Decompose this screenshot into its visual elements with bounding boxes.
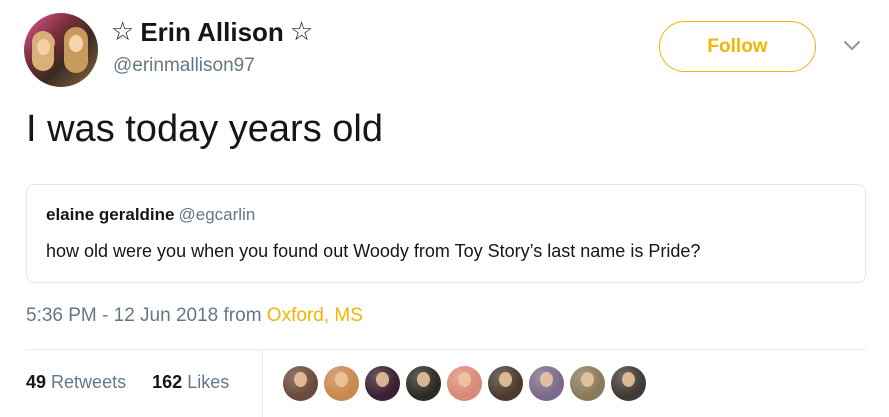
liker-avatar[interactable] [283,366,318,401]
quoted-user-name: elaine geraldine [46,205,175,224]
avatar-photo-detail [37,39,50,55]
display-name-row[interactable]: ☆ Erin Allison ☆ [111,15,313,49]
tweet-text: I was today years old [26,108,383,150]
chevron-down-icon[interactable] [843,38,861,52]
profile-avatar[interactable] [24,13,98,87]
divider [26,349,866,350]
avatar-photo-detail [69,35,83,52]
quoted-tweet-text: how old were you when you found out Wood… [46,241,701,261]
star-icon: ☆ [111,17,135,47]
liker-avatars [283,366,652,401]
liker-avatar[interactable] [406,366,441,401]
liker-avatar[interactable] [324,366,359,401]
star-icon: ☆ [289,17,314,47]
quoted-tweet[interactable]: elaine geraldine @egcarlin how old were y… [26,184,866,283]
quoted-user-handle: @egcarlin [178,205,256,224]
liker-avatar[interactable] [611,366,646,401]
stats-divider [262,350,263,417]
tweet-location-link[interactable]: Oxford, MS [267,305,363,326]
follow-button[interactable]: Follow [659,21,816,72]
tweet-stats: 49 Retweets 162 Likes [26,372,229,393]
retweets-count: 49 [26,372,47,392]
liker-avatar[interactable] [447,366,482,401]
retweets-link[interactable]: 49 Retweets [26,372,126,392]
quoted-tweet-header: elaine geraldine @egcarlin [46,205,255,225]
tweet-metadata: 5:36 PM - 12 Jun 2018 from Oxford, MS [26,305,363,327]
likes-count: 162 [152,372,183,392]
liker-avatar[interactable] [488,366,523,401]
likes-link[interactable]: 162 Likes [152,372,229,392]
liker-avatar[interactable] [365,366,400,401]
retweets-label: Retweets [51,372,127,392]
liker-avatar[interactable] [529,366,564,401]
user-handle[interactable]: @erinmallison97 [113,55,255,77]
likes-label: Likes [187,372,230,392]
tweet-timestamp[interactable]: 5:36 PM - 12 Jun 2018 from [26,305,267,326]
display-name[interactable]: Erin Allison [140,17,284,48]
liker-avatar[interactable] [570,366,605,401]
